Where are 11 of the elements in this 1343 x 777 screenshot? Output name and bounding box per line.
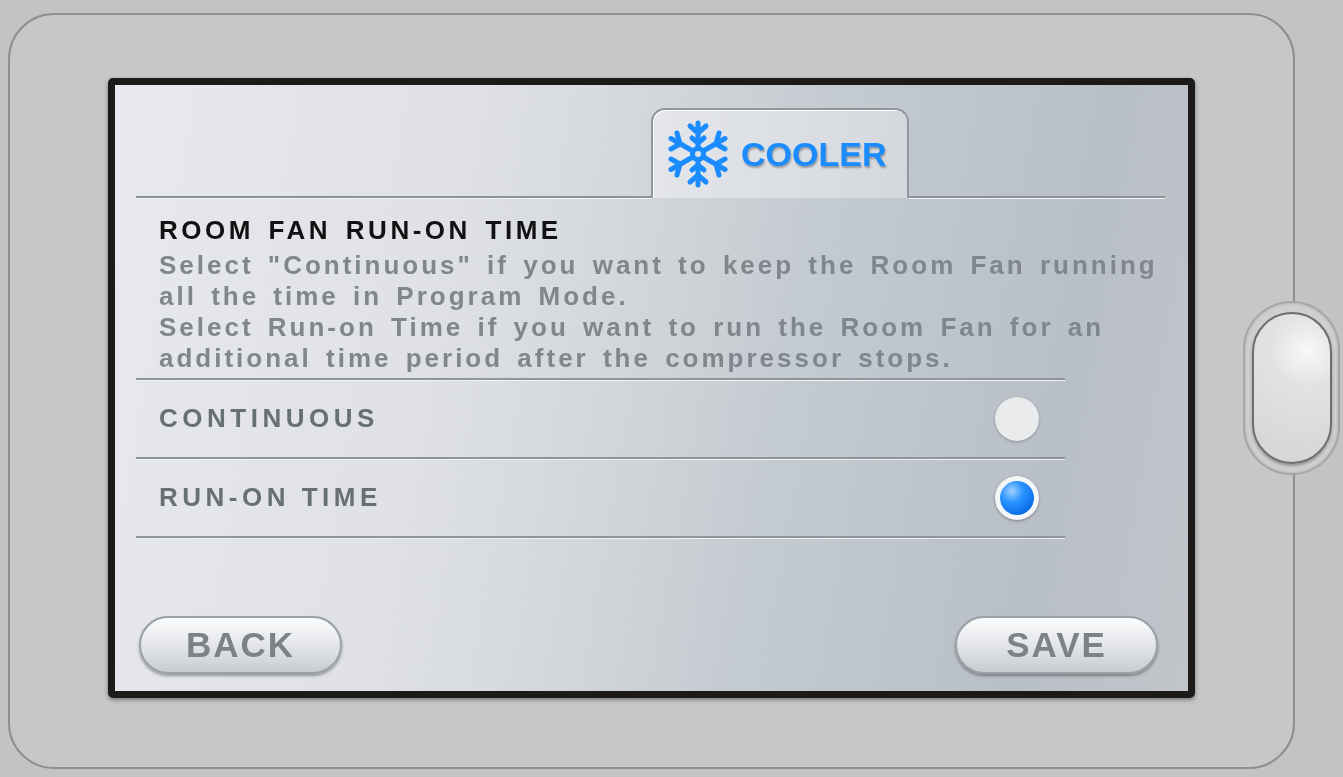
- radio-button[interactable]: [995, 396, 1039, 441]
- save-button[interactable]: SAVE: [955, 616, 1158, 674]
- option-label: RUN-ON TIME: [159, 481, 382, 514]
- description-text: Select Run-on Time if you want to run the Room Fan for an additional time period after the compressor stops.: [159, 312, 1106, 374]
- description-text: Select "Continuous" if you want to keep the Room Fan running all the time in Program Mode.: [159, 250, 1159, 312]
- tab[interactable]: COOLER: [651, 108, 909, 198]
- back-button[interactable]: BACK: [139, 616, 342, 674]
- radio-button[interactable]: [995, 475, 1039, 520]
- section-title: ROOM FAN RUN-ON TIME: [159, 216, 562, 244]
- option-label: CONTINUOUS: [159, 402, 379, 435]
- snowflake-icon: [667, 119, 729, 189]
